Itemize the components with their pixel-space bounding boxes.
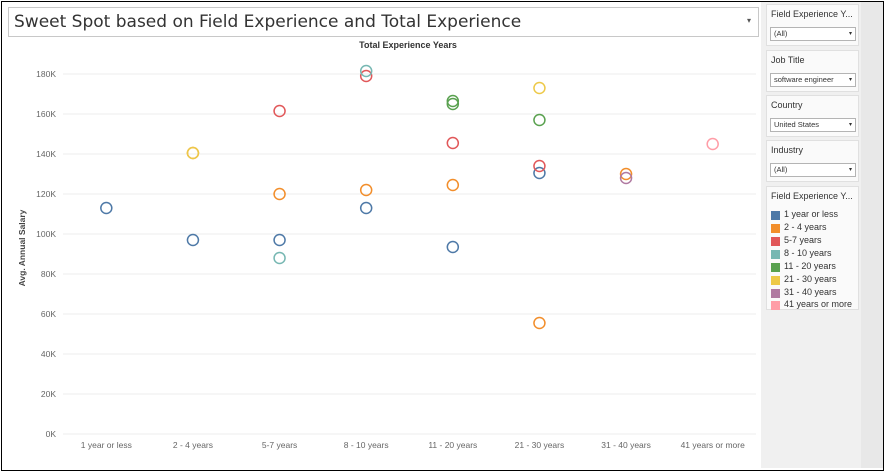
x-tick-label: 21 - 30 years: [515, 440, 565, 450]
filter-country: Country United States ▾: [766, 95, 859, 137]
filter-industry: Industry (All) ▾: [766, 140, 859, 182]
x-tick-label: 41 years or more: [681, 440, 746, 450]
data-point[interactable]: [446, 240, 460, 254]
filter-industry-select[interactable]: (All) ▾: [770, 163, 856, 177]
legend-label: 2 - 4 years: [784, 222, 827, 232]
legend-label: 8 - 10 years: [784, 248, 832, 258]
legend-swatch: [771, 301, 780, 310]
title-dropdown-caret-icon[interactable]: ▾: [747, 16, 751, 25]
filter-field-experience-select[interactable]: (All) ▾: [770, 27, 856, 41]
y-tick-label: 80K: [41, 269, 56, 279]
x-tick-label: 5-7 years: [262, 440, 297, 450]
y-tick-label: 20K: [41, 389, 56, 399]
data-point[interactable]: [186, 233, 200, 247]
legend-label: 5-7 years: [784, 235, 822, 245]
filter-industry-title: Industry: [771, 145, 804, 155]
y-tick-label: 180K: [36, 69, 56, 79]
data-point[interactable]: [533, 159, 546, 173]
legend-item[interactable]: 1 year or less: [771, 209, 859, 221]
filter-job-title-title: Job Title: [771, 55, 805, 65]
chart-title: Total Experience Years: [359, 40, 457, 50]
filter-job-title-value: software engineer: [774, 75, 834, 84]
legend-swatch: [771, 224, 780, 233]
filter-field-experience: Field Experience Y... (All) ▾: [766, 4, 859, 46]
dashboard-title-bar[interactable]: Sweet Spot based on Field Experience and…: [8, 7, 759, 37]
data-point[interactable]: [273, 233, 286, 247]
y-tick-label: 160K: [36, 109, 56, 119]
legend-item[interactable]: 41 years or more: [771, 299, 859, 311]
x-tick-label: 2 - 4 years: [173, 440, 213, 450]
y-tick-label: 0K: [46, 429, 57, 439]
legend-label: 31 - 40 years: [784, 287, 837, 297]
gridlines: [63, 73, 756, 435]
scatter-chart-area: Total Experience Years Avg. Annual Salar…: [8, 38, 760, 464]
filter-job-title: Job Title software engineer ▾: [766, 50, 859, 92]
x-tick-label: 11 - 20 years: [428, 440, 477, 450]
legend-item[interactable]: 2 - 4 years: [771, 222, 859, 234]
legend-item[interactable]: 21 - 30 years: [771, 274, 859, 286]
legend-swatch: [771, 276, 780, 285]
dashboard-title: Sweet Spot based on Field Experience and…: [14, 12, 522, 32]
data-point[interactable]: [446, 178, 460, 192]
filter-field-experience-title: Field Experience Y...: [771, 9, 853, 19]
filter-job-title-select[interactable]: software engineer ▾: [770, 73, 856, 87]
data-points: [100, 64, 719, 330]
legend-label: 41 years or more: [784, 299, 853, 309]
y-axis-label: Avg. Annual Salary: [17, 209, 27, 286]
filter-country-value: United States: [774, 120, 820, 129]
scatter-chart: Total Experience Years Avg. Annual Salar…: [17, 40, 756, 450]
legend-swatch: [771, 250, 780, 259]
y-axis-ticks: 0K 20K 40K 60K 80K 100K 120K 140K 160K 180K: [36, 69, 56, 439]
data-point[interactable]: [533, 316, 546, 330]
legend-label: 11 - 20 years: [784, 261, 836, 271]
legend-item[interactable]: 5-7 years: [771, 235, 859, 247]
y-tick-label: 140K: [36, 149, 56, 159]
data-point[interactable]: [533, 81, 546, 95]
legend-item[interactable]: 11 - 20 years: [771, 261, 859, 273]
legend-swatch: [771, 211, 780, 220]
y-tick-label: 100K: [36, 229, 56, 239]
data-point[interactable]: [186, 146, 200, 160]
x-axis-ticks: 1 year or less 2 - 4 years 5-7 years 8 - 10…: [81, 440, 745, 450]
filter-sidebar: Field Experience Y... (All) ▾ Job Title …: [761, 2, 861, 468]
legend-item[interactable]: 31 - 40 years: [771, 287, 859, 299]
x-tick-label: 1 year or less: [81, 440, 132, 450]
x-tick-label: 8 - 10 years: [344, 440, 389, 450]
legend-label: 21 - 30 years: [784, 274, 837, 284]
x-tick-label: 31 - 40 years: [601, 440, 651, 450]
chevron-down-icon: ▾: [848, 167, 852, 173]
legend-item[interactable]: 8 - 10 years: [771, 248, 859, 260]
y-tick-label: 60K: [41, 309, 56, 319]
data-point[interactable]: [273, 104, 286, 118]
color-legend: Field Experience Y... 1 year or less 2 -…: [766, 186, 859, 310]
y-tick-label: 40K: [41, 349, 56, 359]
legend-title: Field Experience Y...: [771, 191, 853, 201]
data-point[interactable]: [273, 251, 286, 265]
legend-label: 1 year or less: [784, 209, 839, 219]
legend-swatch: [771, 289, 780, 298]
chevron-down-icon: ▾: [848, 31, 852, 37]
scroll-gutter: [861, 2, 883, 468]
dashboard-frame: Sweet Spot based on Field Experience and…: [1, 1, 884, 471]
y-tick-label: 120K: [36, 189, 56, 199]
legend-swatch: [771, 237, 780, 246]
legend-swatch: [771, 263, 780, 272]
data-point[interactable]: [359, 201, 373, 215]
chevron-down-icon: ▾: [848, 122, 852, 128]
filter-country-select[interactable]: United States ▾: [770, 118, 856, 132]
data-point[interactable]: [533, 113, 546, 127]
data-point[interactable]: [446, 136, 460, 150]
data-point[interactable]: [706, 137, 719, 151]
data-point[interactable]: [100, 201, 113, 215]
chevron-down-icon: ▾: [848, 77, 852, 83]
filter-industry-value: (All): [774, 165, 788, 174]
filter-field-experience-value: (All): [774, 29, 788, 38]
filter-country-title: Country: [771, 100, 803, 110]
